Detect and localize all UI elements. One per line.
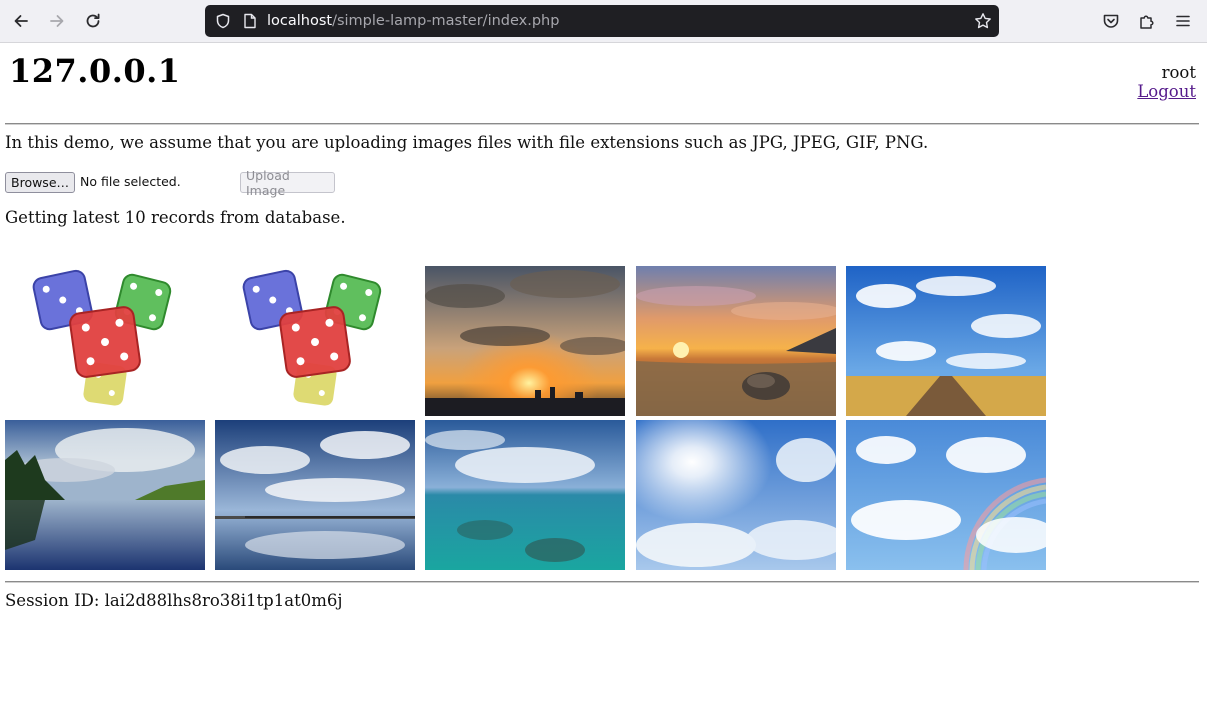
hamburger-menu-icon <box>1176 15 1190 27</box>
arrow-left-icon <box>14 15 28 27</box>
extensions-button[interactable] <box>1132 7 1162 35</box>
star-icon[interactable] <box>973 11 993 31</box>
pocket-icon <box>1103 14 1119 28</box>
back-button[interactable] <box>6 7 36 35</box>
gallery-image-sky-road[interactable] <box>846 266 1046 416</box>
gallery-image-pier-clouds[interactable] <box>215 420 415 570</box>
gallery-image-rainbow-clouds[interactable] <box>846 420 1046 570</box>
gallery-image-turquoise-sea[interactable] <box>425 420 625 570</box>
username: root <box>1161 63 1196 82</box>
intro-text: In this demo, we assume that you are upl… <box>5 133 929 152</box>
page-icon <box>239 13 261 29</box>
page-title: 127.0.0.1 <box>9 52 181 90</box>
browse-button[interactable]: Browse… <box>5 172 75 193</box>
gallery-image-sunset-clouds[interactable] <box>425 266 625 416</box>
gallery-image-sun-clouds[interactable] <box>636 420 836 570</box>
puzzle-icon <box>1140 15 1154 29</box>
arrow-right-icon <box>50 15 64 27</box>
reload-button[interactable] <box>78 7 108 35</box>
upload-form: Browse… No file selected. Upload Image <box>5 168 405 198</box>
url-bar[interactable]: localhost/simple-lamp-master/index.php <box>205 5 999 37</box>
menu-button[interactable] <box>1168 7 1198 35</box>
browser-toolbar: localhost/simple-lamp-master/index.php <box>0 0 1207 43</box>
logout-link[interactable]: Logout <box>1137 82 1196 101</box>
file-status: No file selected. <box>80 174 181 189</box>
gallery-image-beach-sunset[interactable] <box>636 266 836 416</box>
divider-top <box>5 123 1199 125</box>
records-text: Getting latest 10 records from database. <box>5 208 346 227</box>
shield-icon[interactable] <box>207 13 239 29</box>
session-id-text: Session ID: lai2d88lhs8ro38i1tp1at0m6j <box>5 591 343 610</box>
image-gallery <box>5 266 1055 570</box>
divider-bottom <box>5 581 1199 583</box>
pocket-button[interactable] <box>1096 7 1126 35</box>
gallery-image-dice[interactable] <box>215 266 415 416</box>
upload-image-button[interactable]: Upload Image <box>240 168 335 198</box>
gallery-image-lake-reflection[interactable] <box>5 420 205 570</box>
url-text[interactable]: localhost/simple-lamp-master/index.php <box>267 13 559 29</box>
url-host: localhost <box>267 13 333 29</box>
user-block: root Logout <box>1137 63 1196 101</box>
forward-button[interactable] <box>42 7 72 35</box>
page-content: 127.0.0.1 root Logout In this demo, we a… <box>0 44 1207 715</box>
reload-icon <box>86 13 100 28</box>
gallery-image-dice[interactable] <box>5 266 205 416</box>
url-path: /simple-lamp-master/index.php <box>332 13 560 29</box>
